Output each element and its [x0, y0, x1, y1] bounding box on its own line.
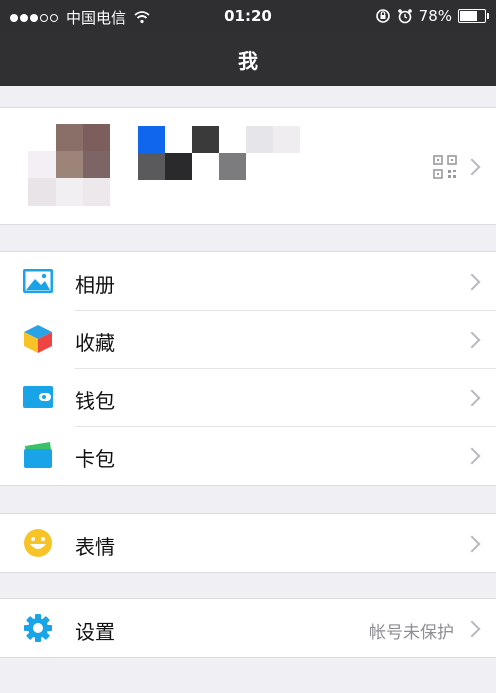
menu-item-favorites[interactable]: 收藏: [0, 310, 496, 368]
wallet-icon: [23, 386, 53, 408]
cube-icon: [24, 325, 52, 353]
battery-icon: [458, 9, 489, 23]
page-title: 我: [238, 49, 258, 73]
menu-group-settings: 设置 帐号未保护: [0, 598, 496, 658]
chevron-right-icon: [463, 620, 481, 638]
profile-card[interactable]: [0, 107, 496, 225]
qr-code-icon[interactable]: [433, 155, 457, 179]
menu-item-wallet[interactable]: 钱包: [0, 368, 496, 426]
menu-item-label: 钱包: [75, 389, 115, 413]
image-icon: [23, 269, 53, 293]
chevron-right-icon: [463, 158, 481, 176]
status-bar: 中国电信 01:20 78%: [0, 0, 496, 32]
menu-group-stickers: 表情: [0, 513, 496, 573]
nav-bar: 我: [0, 32, 496, 86]
menu-item-card-pack[interactable]: 卡包: [0, 426, 496, 484]
battery-fill: [460, 11, 477, 21]
menu-item-stickers[interactable]: 表情: [0, 514, 496, 572]
smiley-icon: [24, 529, 52, 557]
chevron-right-icon: [463, 389, 481, 407]
chevron-right-icon: [463, 535, 481, 553]
menu-item-album[interactable]: 相册: [0, 252, 496, 310]
menu-group-main: 相册 收藏 钱包 卡包: [0, 251, 496, 486]
status-right: 78%: [375, 7, 489, 25]
menu-item-settings[interactable]: 设置 帐号未保护: [0, 599, 496, 657]
account-status-hint: 帐号未保护: [369, 623, 454, 643]
alarm-icon: [397, 9, 412, 24]
menu-item-label: 卡包: [75, 447, 115, 471]
gear-icon: [24, 614, 52, 642]
chevron-right-icon: [463, 447, 481, 465]
menu-item-label: 设置: [75, 620, 115, 644]
menu-item-label: 相册: [75, 273, 115, 297]
chevron-right-icon: [463, 273, 481, 291]
rotation-lock-icon: [375, 9, 390, 23]
menu-item-label: 表情: [75, 535, 115, 559]
menu-item-label: 收藏: [75, 331, 115, 355]
battery-percent: 78%: [418, 7, 452, 25]
card-icon: [24, 442, 52, 468]
chevron-right-icon: [463, 331, 481, 349]
